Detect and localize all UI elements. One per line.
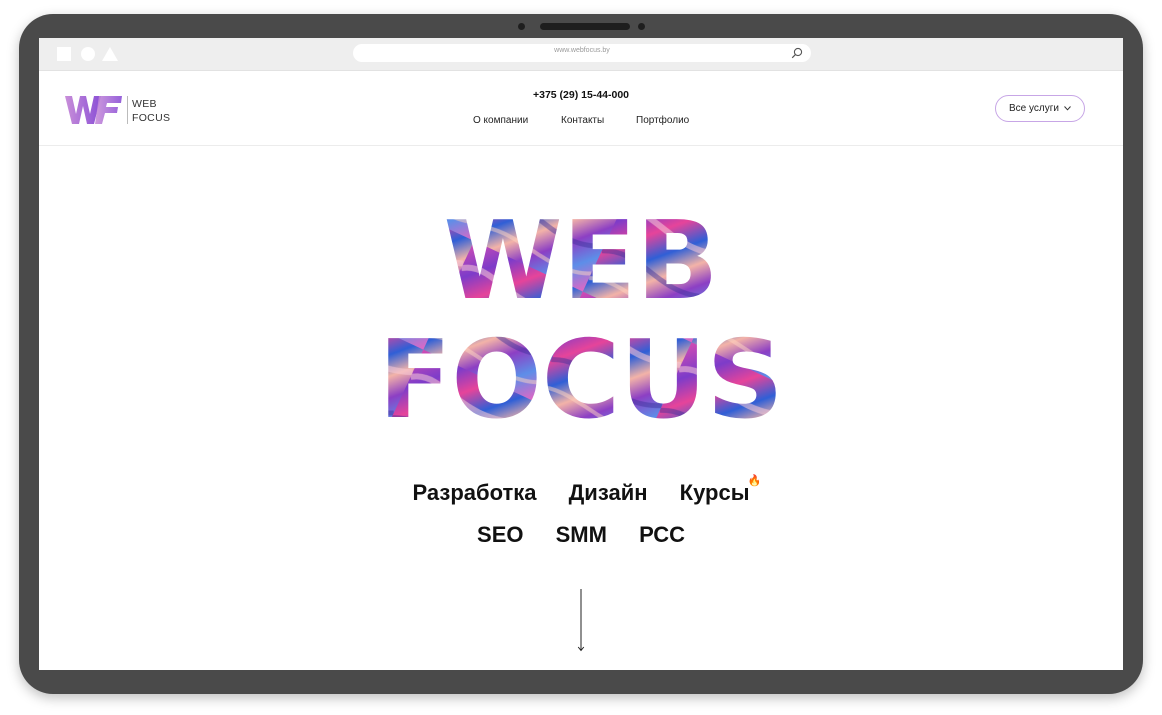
hero-title: WEB FOCUS: [379, 199, 784, 443]
fire-icon: 🔥: [747, 475, 762, 487]
service-seo[interactable]: SEO: [477, 522, 523, 548]
camera-dot: [518, 23, 525, 30]
hero-word-focus: FOCUS: [379, 318, 784, 443]
services-row-1: Разработка Дизайн Курсы 🔥: [39, 475, 1123, 506]
service-courses[interactable]: Курсы 🔥: [679, 475, 762, 506]
sensor-dot: [638, 23, 645, 30]
hero-word-web: WEB: [444, 199, 719, 324]
service-smm[interactable]: SMM: [556, 522, 607, 548]
service-development[interactable]: Разработка: [413, 480, 537, 506]
speaker-bar: [540, 23, 630, 30]
service-courses-label: Курсы: [679, 480, 750, 505]
screen: www.webfocus.by WEB FOCUS +375 (29) 15-4…: [39, 38, 1123, 670]
services-row-2: SEO SMM РСС: [39, 522, 1123, 548]
service-design[interactable]: Дизайн: [569, 480, 648, 506]
arrow-down-icon[interactable]: [576, 589, 586, 653]
service-ppc[interactable]: РСС: [639, 522, 685, 548]
